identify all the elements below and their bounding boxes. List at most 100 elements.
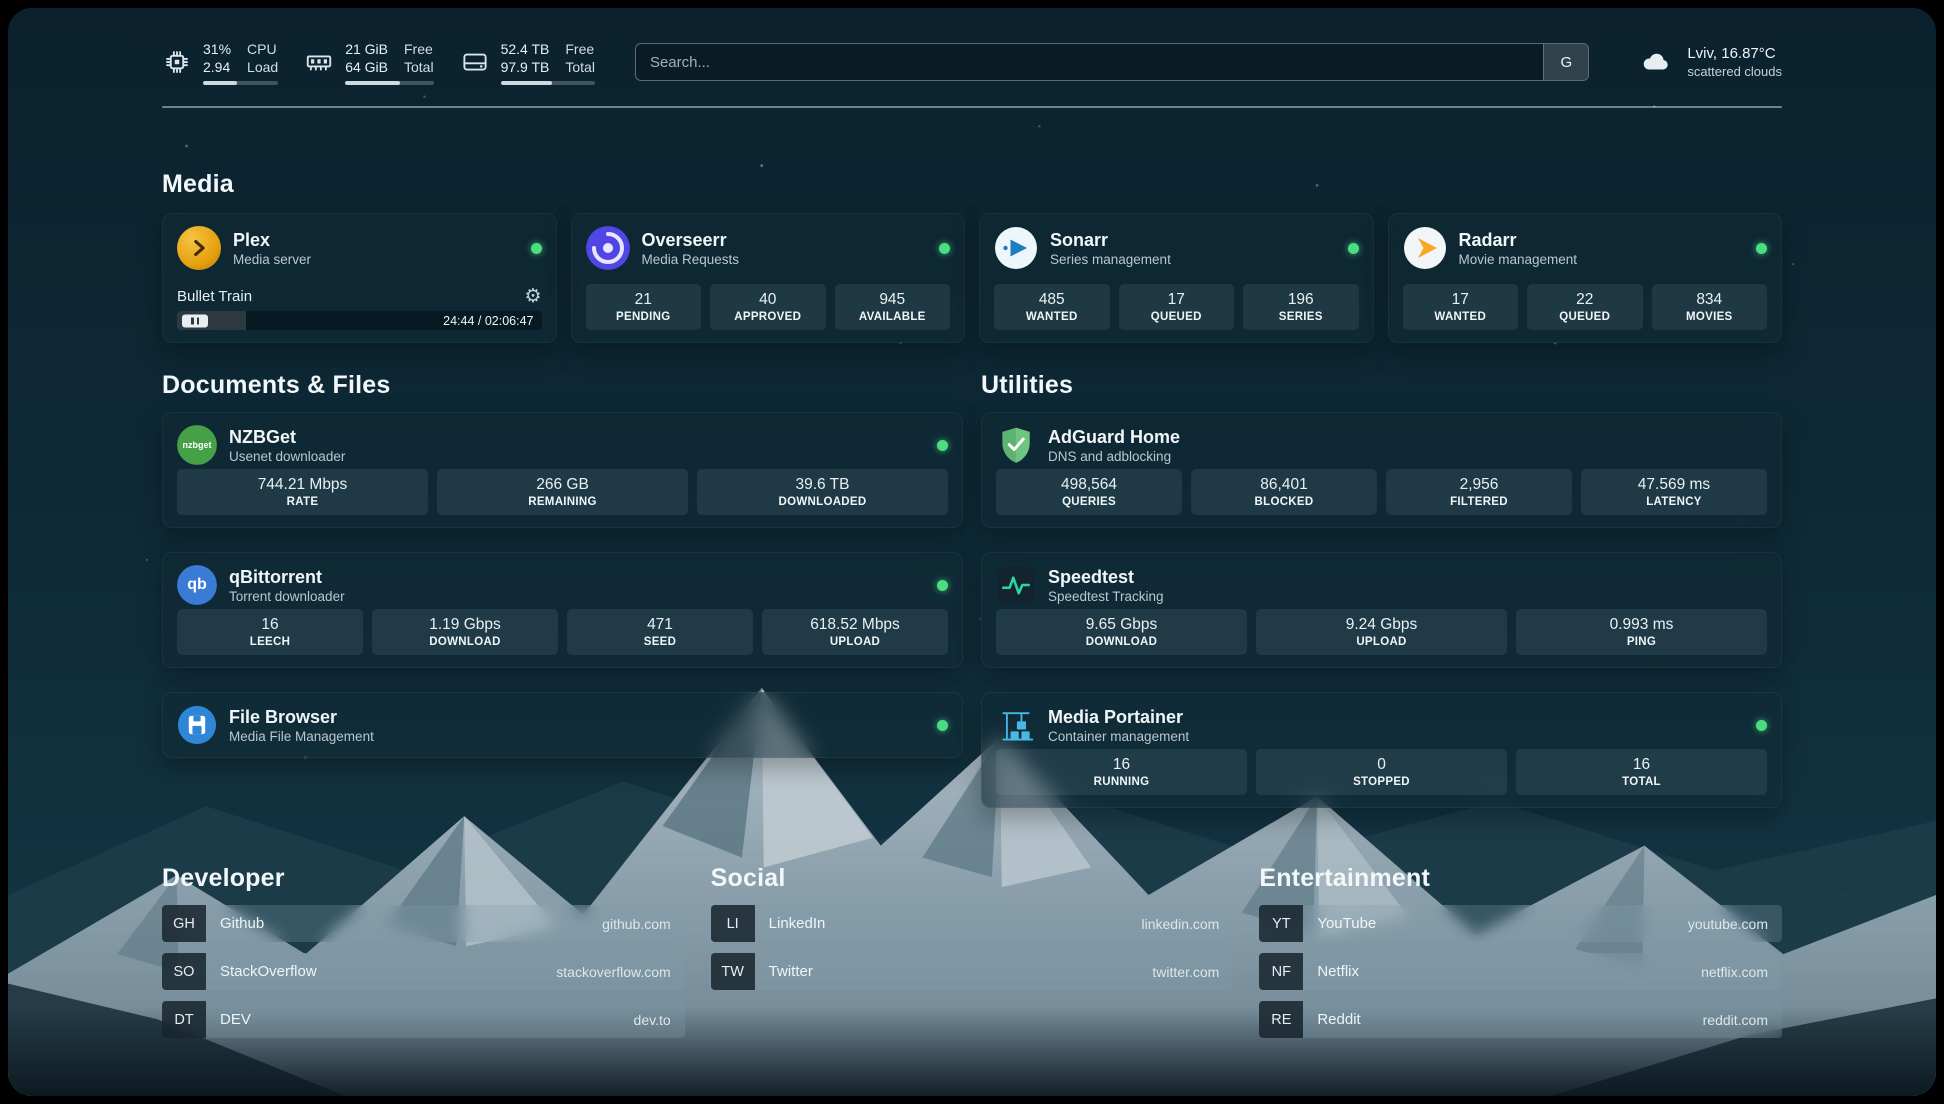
bookmark-reddit[interactable]: RE Reddit reddit.com [1259, 1001, 1782, 1038]
stat-value: 9.65 Gbps [1000, 615, 1243, 634]
app-name: Media Portainer [1048, 706, 1189, 728]
pause-button[interactable] [182, 314, 208, 327]
disk-total: 97.9 TB [501, 58, 550, 76]
topbar: 31% 2.94 CPU Load [162, 34, 1782, 90]
stat-box: 498,564 QUERIES [996, 469, 1182, 515]
stat-box: 39.6 TB DOWNLOADED [697, 469, 948, 515]
app-card-radarr[interactable]: Radarr Movie management 17 WANTED 22 QUE… [1388, 213, 1783, 343]
ram-progress-bar [345, 81, 433, 85]
stat-box: 0.993 ms PING [1516, 609, 1767, 655]
stat-value: 86,401 [1195, 475, 1373, 494]
bookmark-url: youtube.com [1688, 916, 1768, 932]
app-card-adguard[interactable]: AdGuard Home DNS and adblocking 498,564 … [981, 412, 1782, 528]
app-card-plex[interactable]: Plex Media server Bullet Train ⚙ 24:44 /… [162, 213, 557, 343]
cpu-load-value: 2.94 [203, 58, 231, 76]
app-name: AdGuard Home [1048, 426, 1180, 448]
stat-value: 40 [714, 290, 822, 309]
settings-gear-icon[interactable]: ⚙ [524, 287, 541, 306]
stat-box: 16 RUNNING [996, 749, 1247, 795]
stat-box: 9.24 Gbps UPLOAD [1256, 609, 1507, 655]
app-name: Overseerr [642, 229, 740, 251]
bookmark-name: Github [220, 915, 264, 932]
stat-label: SEED [571, 636, 749, 648]
stat-label: TOTAL [1520, 776, 1763, 788]
header-divider [162, 106, 1782, 108]
stat-box: 196 SERIES [1243, 284, 1359, 330]
app-card-speedtest[interactable]: Speedtest Speedtest Tracking 9.65 Gbps D… [981, 552, 1782, 668]
playback-progress-bar[interactable]: 24:44 / 02:06:47 [177, 311, 542, 330]
app-name: Sonarr [1050, 229, 1171, 251]
stat-label: LEECH [181, 636, 359, 648]
stat-value: 834 [1656, 290, 1764, 309]
now-playing-widget: Bullet Train ⚙ 24:44 / 02:06:47 [177, 287, 542, 330]
stat-label: DOWNLOADED [701, 496, 944, 508]
app-card-overseerr[interactable]: Overseerr Media Requests 21 PENDING 40 A… [571, 213, 966, 343]
app-card-portainer[interactable]: Media Portainer Container management 16 … [981, 692, 1782, 808]
stat-label: DOWNLOAD [1000, 636, 1243, 648]
nzbget-icon: nzbget [177, 425, 217, 465]
status-dot [937, 440, 948, 451]
bookmark-github[interactable]: GH Github github.com [162, 905, 685, 942]
search-bar: G [635, 43, 1589, 81]
bookmarks-developer: Developer GH Github github.com SO StackO… [162, 864, 685, 1049]
stat-value: 0.993 ms [1520, 615, 1763, 634]
stat-label: QUEUED [1123, 311, 1231, 323]
bookmark-youtube[interactable]: YT YouTube youtube.com [1259, 905, 1782, 942]
app-subtitle: Movie management [1459, 251, 1578, 268]
bookmark-twitter[interactable]: TW Twitter twitter.com [711, 953, 1234, 990]
stat-label: UPLOAD [1260, 636, 1503, 648]
stat-value: 21 [590, 290, 698, 309]
bookmark-name: Reddit [1317, 1011, 1360, 1028]
section-title-developer: Developer [162, 864, 685, 893]
stat-box: 21 PENDING [586, 284, 702, 330]
search-engine-button[interactable]: G [1543, 44, 1588, 80]
search-input[interactable] [636, 44, 1543, 80]
app-card-nzbget[interactable]: nzbget NZBGet Usenet downloader 744.21 M… [162, 412, 963, 528]
bookmark-badge: RE [1259, 1001, 1303, 1038]
bookmark-url: linkedin.com [1142, 916, 1220, 932]
stat-box: 17 QUEUED [1119, 284, 1235, 330]
app-subtitle: Media server [233, 251, 311, 268]
app-subtitle: Media File Management [229, 728, 374, 745]
stat-value: 16 [1000, 755, 1243, 774]
stat-box: 16 TOTAL [1516, 749, 1767, 795]
section-title-utilities: Utilities [981, 371, 1782, 400]
weather-location-temp: Lviv, 16.87°C [1687, 44, 1782, 63]
stat-label: WANTED [1407, 311, 1515, 323]
stat-value: 17 [1407, 290, 1515, 309]
stat-label: PING [1520, 636, 1763, 648]
stat-label: BLOCKED [1195, 496, 1373, 508]
ram-free: 21 GiB [345, 40, 388, 58]
stat-box: 47.569 ms LATENCY [1581, 469, 1767, 515]
disk-free: 52.4 TB [501, 40, 550, 58]
app-card-filebrowser[interactable]: File Browser Media File Management [162, 692, 963, 758]
disk-widget: 52.4 TB 97.9 TB Free Total [460, 40, 595, 85]
bookmarks-social: Social LI LinkedIn linkedin.com TW Twitt… [711, 864, 1234, 1049]
app-subtitle: Speedtest Tracking [1048, 588, 1164, 605]
disk-readout: 52.4 TB 97.9 TB Free Total [501, 40, 595, 85]
ram-readout: 21 GiB 64 GiB Free Total [345, 40, 433, 85]
bookmark-netflix[interactable]: NF Netflix netflix.com [1259, 953, 1782, 990]
bookmark-badge: NF [1259, 953, 1303, 990]
stat-box: 16 LEECH [177, 609, 363, 655]
bookmark-stackoverflow[interactable]: SO StackOverflow stackoverflow.com [162, 953, 685, 990]
bookmark-badge: GH [162, 905, 206, 942]
stat-label: QUERIES [1000, 496, 1178, 508]
status-dot [1348, 243, 1359, 254]
app-card-qbittorrent[interactable]: qb qBittorrent Torrent downloader 16 LEE… [162, 552, 963, 668]
status-dot [937, 720, 948, 731]
bookmark-url: twitter.com [1152, 964, 1219, 980]
stat-box: 2,956 FILTERED [1386, 469, 1572, 515]
bookmarks-section: Developer GH Github github.com SO StackO… [162, 864, 1782, 1049]
cpu-widget: 31% 2.94 CPU Load [162, 40, 278, 85]
bookmarks-entertainment: Entertainment YT YouTube youtube.com NF … [1259, 864, 1782, 1049]
bookmark-dev[interactable]: DT DEV dev.to [162, 1001, 685, 1038]
app-card-sonarr[interactable]: Sonarr Series management 485 WANTED 17 Q… [979, 213, 1374, 343]
stat-box: 17 WANTED [1403, 284, 1519, 330]
stat-value: 22 [1531, 290, 1639, 309]
stat-label: UPLOAD [766, 636, 944, 648]
bookmark-url: netflix.com [1701, 964, 1768, 980]
columns-section: Documents & Files nzbget NZBGet Usenet d… [162, 371, 1782, 808]
stat-value: 498,564 [1000, 475, 1178, 494]
bookmark-linkedin[interactable]: LI LinkedIn linkedin.com [711, 905, 1234, 942]
